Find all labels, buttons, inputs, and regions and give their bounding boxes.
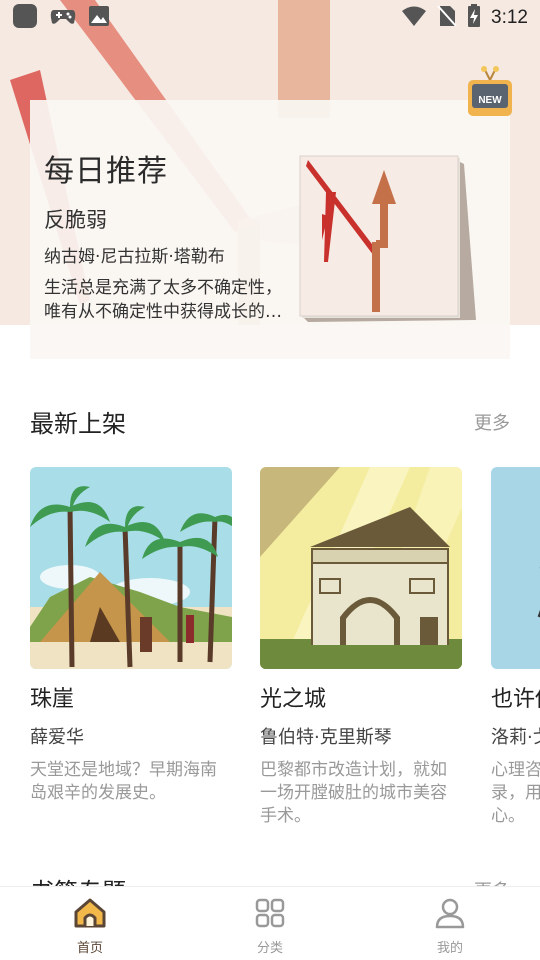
banner-book-author: 纳古姆·尼古拉斯·塔勒布: [44, 247, 225, 267]
book-title: 也许你该找个人聊聊: [491, 687, 540, 712]
book-author: 薛爱华: [30, 727, 84, 748]
bottom-navigation: 首页 分类 我的: [0, 886, 540, 960]
book-cover[interactable]: [30, 467, 232, 669]
nav-item-home[interactable]: 首页: [0, 887, 180, 960]
new-arrivals-more-link[interactable]: 更多: [474, 409, 510, 435]
banner-book-description: 生活总是充满了太多不确定性，唯有从不确定性中获得成长的能力，才能在混乱中立于不败…: [44, 278, 282, 322]
banner-book-cover[interactable]: [298, 152, 480, 324]
wifi-icon: [401, 5, 427, 31]
book-card[interactable]: 珠崖 薛爱华 天堂还是地域？早期海南岛艰辛的发展史。: [30, 467, 232, 805]
book-author: 鲁伯特·克里斯琴: [260, 727, 392, 748]
book-description: 巴黎都市改造计划，就如一场开膛破肚的城市美容手术。: [260, 760, 447, 826]
nav-label-profile: 我的: [436, 941, 463, 956]
banner-card-bottom: [30, 325, 510, 359]
book-title: 光之城: [260, 687, 327, 712]
book-title: 珠崖: [30, 687, 75, 712]
home-icon: [73, 897, 107, 933]
nav-item-categories[interactable]: 分类: [180, 887, 360, 960]
app-square-icon: [12, 3, 38, 33]
battery-charging-icon: [467, 4, 481, 32]
gamepad-icon: [50, 6, 76, 30]
image-icon: [88, 5, 110, 31]
new-badge-text: NEW: [478, 95, 502, 106]
book-cover[interactable]: [260, 467, 462, 669]
book-card[interactable]: 光之城 鲁伯特·克里斯琴 巴黎都市改造计划，就如一场开膛破肚的城市美容手术。: [260, 467, 462, 828]
status-time: 3:12: [491, 7, 528, 28]
book-cover[interactable]: [491, 467, 540, 669]
book-description: 心理咨询师的一段治愈记录，用温暖的故事疗愈人心。: [491, 760, 540, 826]
book-description: 天堂还是地域？早期海南岛艰辛的发展史。: [30, 760, 217, 803]
book-card[interactable]: 也许你该找个人聊聊 洛莉·戈特利布 心理咨询师的一段治愈记录，用温暖的故事疗愈人…: [491, 467, 540, 828]
book-author: 洛莉·戈特利布: [491, 727, 540, 748]
nav-item-profile[interactable]: 我的: [360, 887, 540, 960]
new-badge-icon[interactable]: NEW: [466, 66, 514, 118]
user-icon: [434, 897, 466, 933]
status-bar: 3:12: [0, 0, 540, 36]
nav-label-categories: 分类: [256, 941, 283, 956]
nav-label-home: 首页: [76, 941, 103, 956]
new-arrivals-title: 最新上架: [30, 410, 126, 438]
grid-icon: [254, 897, 286, 933]
no-sim-icon: [437, 4, 457, 32]
banner-heading: 每日推荐: [44, 154, 168, 189]
new-arrivals-header: 最新上架 更多: [30, 404, 510, 439]
banner-book-title[interactable]: 反脆弱: [44, 204, 107, 234]
new-arrivals-carousel[interactable]: 珠崖 薛爱华 天堂还是地域？早期海南岛艰辛的发展史。 光之城 鲁伯特·克里斯琴 …: [0, 467, 540, 867]
